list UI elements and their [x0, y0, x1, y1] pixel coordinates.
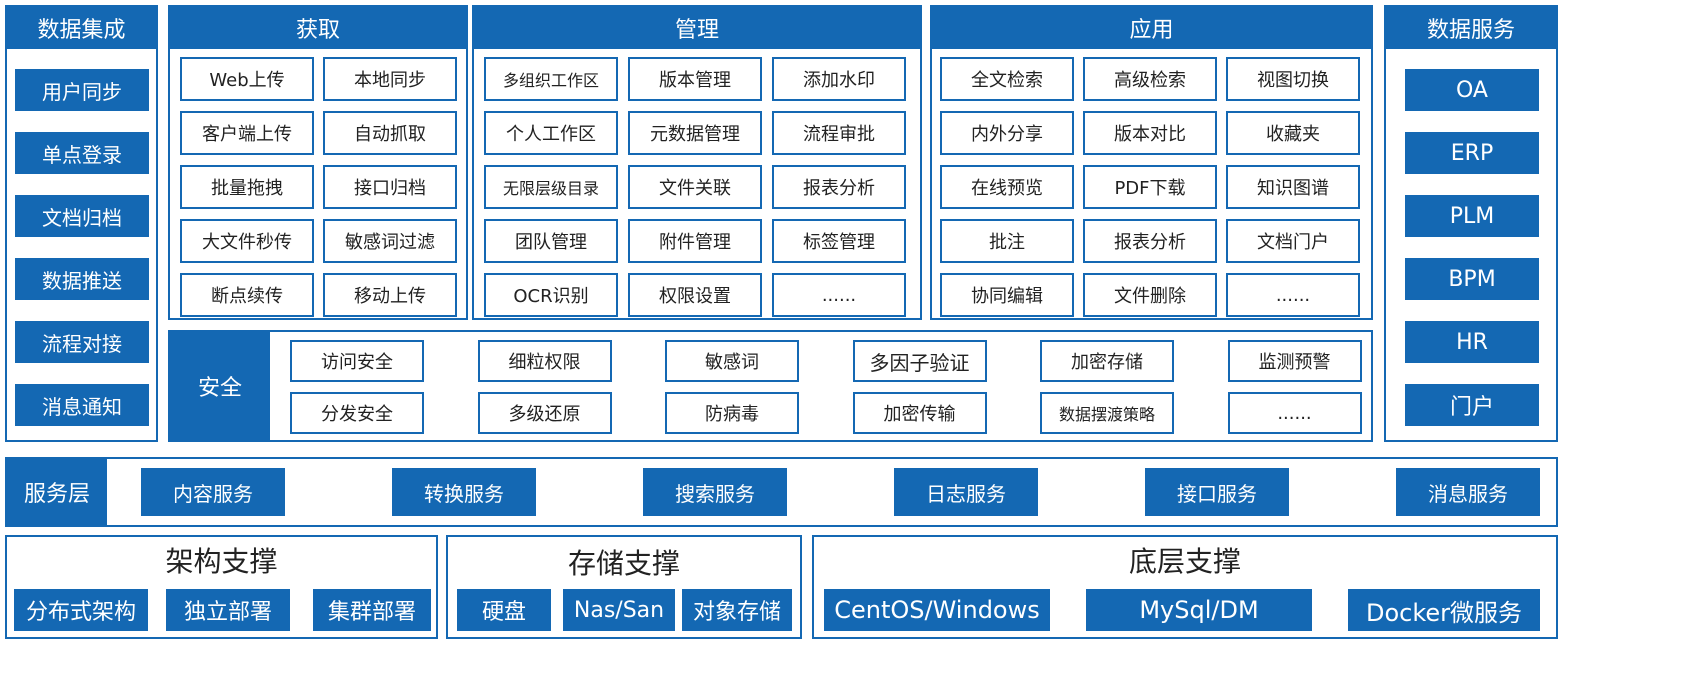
security-item: 防病毒	[665, 392, 799, 434]
acquire-item: 断点续传	[180, 273, 314, 317]
manage-item: 标签管理	[772, 219, 906, 263]
storage-item: Nas/San	[563, 589, 675, 631]
manage-item: 报表分析	[772, 165, 906, 209]
security-panel: 安全 访问安全 细粒权限 敏感词 多因子验证 加密存储 监测预警分发安全 多级还原 防病毒 加密…	[168, 330, 1373, 442]
service-item: 内容服务	[141, 468, 285, 516]
base-item: MySql/DM	[1086, 589, 1312, 631]
storage-item: 对象存储	[682, 589, 792, 631]
security-item: 多级还原	[477, 392, 612, 434]
service-item: 消息服务	[1396, 468, 1540, 516]
data-service-item: 门户	[1405, 384, 1539, 426]
apply-item: PDF下载	[1083, 165, 1217, 209]
storage-item: 硬盘	[457, 589, 551, 631]
security-item: 访问安全	[290, 340, 424, 382]
manage-item: 个人工作区	[484, 111, 618, 155]
arch-item: 独立部署	[166, 589, 290, 631]
service-layer-panel: 服务层 内容服务 转换服务 搜索服务 日志服务 接口服务 消息服务	[5, 457, 1558, 527]
acquire-item: 接口归档	[323, 165, 457, 209]
security-item: 敏感词	[665, 340, 799, 382]
integration-item: 用户同步	[15, 69, 149, 111]
security-item: 多因子验证	[852, 340, 987, 382]
arch-item: 集群部署	[313, 589, 431, 631]
manage-item: ......	[772, 273, 906, 317]
acquire-item: 移动上传	[323, 273, 457, 317]
service-layer-title: 服务层	[7, 459, 107, 525]
acquire-title: 获取	[170, 7, 466, 49]
manage-item: 添加水印	[772, 57, 906, 101]
data-service-title: 数据服务	[1386, 7, 1556, 49]
apply-item: 在线预览	[940, 165, 1074, 209]
integration-item: 消息通知	[15, 384, 149, 426]
acquire-item: 本地同步	[323, 57, 457, 101]
security-item: 监测预警	[1227, 340, 1362, 382]
apply-item: 视图切换	[1226, 57, 1360, 101]
arch-item: 分布式架构	[14, 589, 148, 631]
integration-item: 数据推送	[15, 258, 149, 300]
data-service-item: HR	[1405, 321, 1539, 363]
acquire-item: Web上传	[180, 57, 314, 101]
manage-item: OCR识别	[484, 273, 618, 317]
arch-support-panel: 架构支撑 分布式架构 独立部署 集群部署	[5, 535, 438, 639]
manage-item: 文件关联	[628, 165, 762, 209]
apply-item: ......	[1226, 273, 1360, 317]
manage-item: 流程审批	[772, 111, 906, 155]
manage-item: 版本管理	[628, 57, 762, 101]
data-integration-panel: 数据集成 用户同步单点登录文档归档数据推送流程对接消息通知	[5, 5, 158, 442]
security-item: ......	[1227, 392, 1362, 434]
apply-item: 高级检索	[1083, 57, 1217, 101]
security-title: 安全	[170, 332, 270, 440]
service-item: 转换服务	[392, 468, 536, 516]
data-integration-title: 数据集成	[7, 7, 156, 49]
apply-item: 收藏夹	[1226, 111, 1360, 155]
apply-item: 批注	[940, 219, 1074, 263]
arch-support-title: 架构支撑	[165, 545, 278, 578]
apply-item: 文件删除	[1083, 273, 1217, 317]
acquire-item: 敏感词过滤	[323, 219, 457, 263]
data-service-item: ERP	[1405, 132, 1539, 174]
acquire-item: 大文件秒传	[180, 219, 314, 263]
acquire-item: 自动抓取	[323, 111, 457, 155]
acquire-item: 客户端上传	[180, 111, 314, 155]
service-item: 接口服务	[1145, 468, 1289, 516]
manage-item: 元数据管理	[628, 111, 762, 155]
data-service-panel: 数据服务 OA ERP PLM BPM HR 门户	[1384, 5, 1558, 442]
service-item: 搜索服务	[643, 468, 787, 516]
integration-item: 流程对接	[15, 321, 149, 363]
security-item: 细粒权限	[477, 340, 612, 382]
data-service-item: PLM	[1405, 195, 1539, 237]
apply-item: 文档门户	[1226, 219, 1360, 263]
acquire-panel: 获取 Web上传 本地同步 客户端上传 自动抓取 批量拖拽 接口归档 大文件秒传 敏感词过滤断…	[168, 5, 468, 320]
base-item: Docker微服务	[1348, 589, 1540, 631]
base-support-panel: 底层支撑 CentOS/Windows MySql/DM Docker微服务	[812, 535, 1558, 639]
manage-item: 权限设置	[628, 273, 762, 317]
manage-item: 无限层级目录	[484, 165, 618, 209]
manage-title: 管理	[474, 7, 920, 49]
storage-support-title: 存储支撑	[567, 547, 680, 580]
apply-item: 报表分析	[1083, 219, 1217, 263]
data-service-item: OA	[1405, 69, 1539, 111]
base-item: CentOS/Windows	[824, 589, 1050, 631]
apply-panel: 应用 全文检索 高级检索 视图切换内外分享 版本对比 收藏夹在线预览 PDF下载 知识图谱批…	[930, 5, 1373, 320]
security-item: 数据摆渡策略	[1040, 392, 1174, 434]
apply-item: 知识图谱	[1226, 165, 1360, 209]
security-item: 加密传输	[852, 392, 987, 434]
security-item: 加密存储	[1040, 340, 1174, 382]
apply-item: 版本对比	[1083, 111, 1217, 155]
storage-support-panel: 存储支撑 硬盘 Nas/San 对象存储	[446, 535, 802, 639]
integration-item: 文档归档	[15, 195, 149, 237]
manage-item: 多组织工作区	[484, 57, 618, 101]
data-service-item: BPM	[1405, 258, 1539, 300]
service-item: 日志服务	[894, 468, 1038, 516]
acquire-item: 批量拖拽	[180, 165, 314, 209]
security-item: 分发安全	[290, 392, 424, 434]
apply-title: 应用	[932, 7, 1371, 49]
manage-panel: 管理 多组织工作区 版本管理 添加水印个人工作区 元数据管理 流程审批无限层级目录 文件关…	[472, 5, 922, 320]
integration-item: 单点登录	[15, 132, 149, 174]
manage-item: 附件管理	[628, 219, 762, 263]
manage-item: 团队管理	[484, 219, 618, 263]
apply-item: 协同编辑	[940, 273, 1074, 317]
apply-item: 全文检索	[940, 57, 1074, 101]
apply-item: 内外分享	[940, 111, 1074, 155]
base-support-title: 底层支撑	[1128, 545, 1241, 578]
